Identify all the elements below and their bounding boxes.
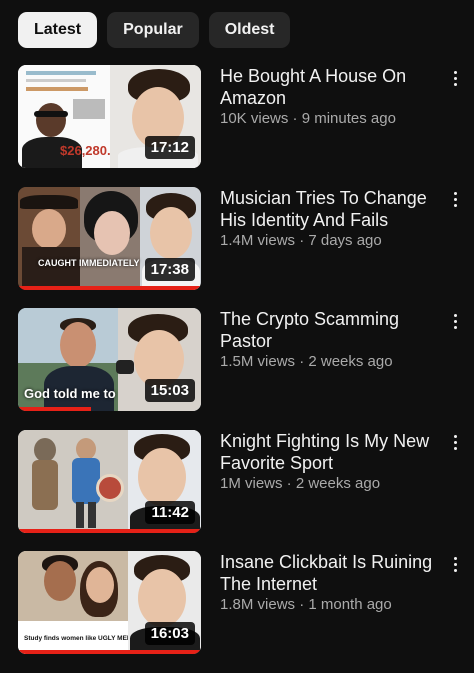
video-thumbnail[interactable]: God told me to 15:03	[18, 308, 201, 411]
thumbnail-text: CAUGHT IMMEDIATELY	[38, 257, 140, 268]
duration-badge: 17:12	[144, 136, 195, 159]
video-meta: 1.5M views · 2 weeks ago	[220, 353, 393, 370]
video-title[interactable]: The Crypto Scamming Pastor	[220, 308, 436, 352]
filter-chips: Latest Popular Oldest	[18, 12, 291, 48]
video-title[interactable]: Musician Tries To Change His Identity An…	[220, 187, 436, 231]
video-meta: 1.8M views · 1 month ago	[220, 596, 392, 613]
video-info: He Bought A House On Amazon 10K views · …	[220, 65, 436, 127]
video-info: Knight Fighting Is My New Favorite Sport…	[220, 430, 436, 492]
more-vert-icon[interactable]	[448, 553, 462, 575]
chip-oldest[interactable]: Oldest	[208, 12, 291, 48]
duration-badge: 17:38	[144, 257, 195, 281]
watch-progress	[18, 407, 92, 411]
video-item[interactable]: Study finds women like UGLY MEN 16:03 In…	[18, 551, 468, 673]
watch-progress	[18, 528, 201, 533]
more-vert-icon[interactable]	[448, 189, 462, 211]
watch-progress	[18, 650, 201, 654]
video-item[interactable]: $26,280.00 17:12 He Bought A House On Am…	[18, 65, 468, 187]
more-vert-icon[interactable]	[448, 310, 462, 332]
video-thumbnail[interactable]: Study finds women like UGLY MEN 16:03	[18, 551, 201, 654]
video-meta: 1M views · 2 weeks ago	[220, 474, 381, 492]
more-vert-icon[interactable]	[448, 67, 462, 89]
thumbnail-text: Study finds women like UGLY MEN	[24, 635, 132, 642]
duration-badge: 16:03	[144, 622, 195, 645]
video-title[interactable]: Knight Fighting Is My New Favorite Sport	[220, 430, 436, 474]
video-item[interactable]: CAUGHT IMMEDIATELY 17:38 Musician Tries …	[18, 186, 468, 309]
video-thumbnail[interactable]: 11:42	[18, 429, 201, 533]
video-thumbnail[interactable]: $26,280.00 17:12	[18, 65, 201, 168]
video-meta: 1.4M views · 7 days ago	[220, 231, 382, 249]
more-vert-icon[interactable]	[448, 432, 462, 454]
chip-latest[interactable]: Latest	[18, 12, 98, 48]
video-info: Musician Tries To Change His Identity An…	[220, 187, 436, 249]
thumbnail-text: God told me to	[24, 386, 116, 401]
video-list: $26,280.00 17:12 He Bought A House On Am…	[18, 65, 468, 673]
video-item[interactable]: God told me to 15:03 The Crypto Scamming…	[18, 308, 468, 430]
video-info: The Crypto Scamming Pastor 1.5M views · …	[220, 308, 436, 370]
duration-badge: 15:03	[144, 379, 195, 402]
chip-popular[interactable]: Popular	[107, 12, 199, 48]
video-meta: 10K views · 9 minutes ago	[220, 110, 396, 127]
watch-progress	[18, 285, 201, 290]
video-title[interactable]: Insane Clickbait Is Ruining The Internet	[220, 551, 436, 595]
video-item[interactable]: 11:42 Knight Fighting Is My New Favorite…	[18, 429, 468, 552]
video-title[interactable]: He Bought A House On Amazon	[220, 65, 436, 109]
video-thumbnail[interactable]: CAUGHT IMMEDIATELY 17:38	[18, 186, 201, 290]
video-info: Insane Clickbait Is Ruining The Internet…	[220, 551, 436, 613]
duration-badge: 11:42	[145, 500, 195, 524]
